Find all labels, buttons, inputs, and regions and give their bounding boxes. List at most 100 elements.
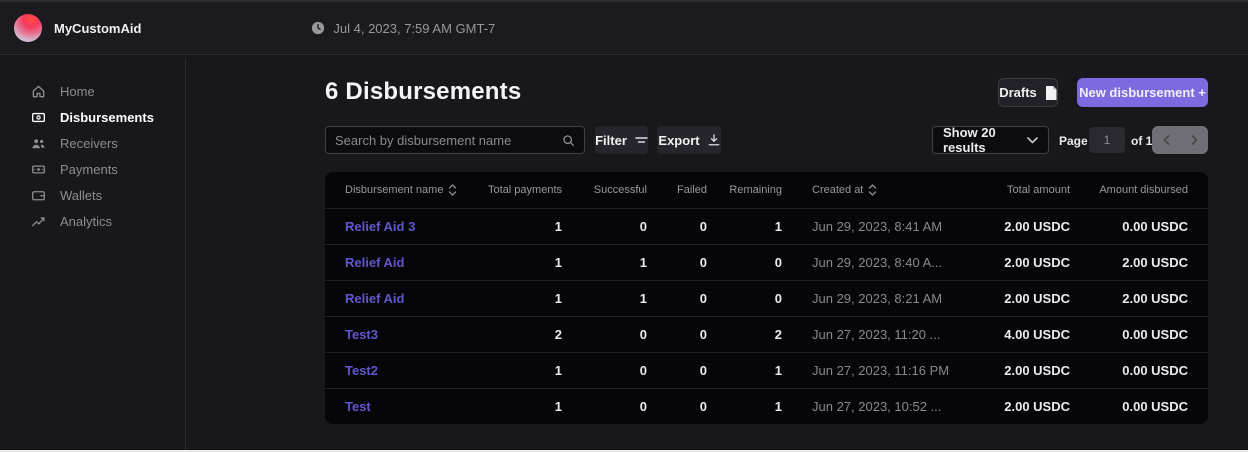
- table-body: Relief Aid 31001Jun 29, 2023, 8:41 AM2.0…: [325, 208, 1208, 424]
- page-of-label: of 1: [1131, 134, 1152, 148]
- filter-icon: [635, 135, 648, 145]
- wallets-icon: [30, 187, 46, 203]
- chevron-right-icon: [1191, 135, 1198, 145]
- disbursements-icon: [30, 109, 46, 125]
- table-row: Relief Aid1100Jun 29, 2023, 8:21 AM2.00 …: [325, 280, 1208, 316]
- cell-remaining: 2: [707, 327, 782, 342]
- cell-name[interactable]: Relief Aid 3: [345, 219, 482, 234]
- cell-created-at: Jun 27, 2023, 10:52 ...: [782, 399, 962, 414]
- sidebar-item-home[interactable]: Home: [0, 78, 185, 104]
- column-header-label: Failed: [677, 184, 707, 196]
- cell-total-payments: 1: [482, 399, 562, 414]
- cell-successful: 0: [562, 363, 647, 378]
- column-header-label: Remaining: [729, 184, 782, 196]
- sort-icon: [868, 184, 877, 196]
- page-label: Page: [1059, 134, 1088, 148]
- cell-remaining: 0: [707, 255, 782, 270]
- cell-name[interactable]: Relief Aid: [345, 291, 482, 306]
- filter-button[interactable]: Filter: [595, 126, 648, 154]
- top-bar: MyCustomAid Jul 4, 2023, 7:59 AM GMT-7: [0, 0, 1248, 55]
- sidebar-item-label: Disbursements: [60, 110, 154, 125]
- table-row: Test21001Jun 27, 2023, 11:16 PM2.00 USDC…: [325, 352, 1208, 388]
- cell-successful: 0: [562, 327, 647, 342]
- show-results-select[interactable]: Show 20 results: [932, 126, 1049, 154]
- page-title: 6 Disbursements: [325, 78, 521, 106]
- app-name: MyCustomAid: [54, 21, 141, 36]
- table-row: Relief Aid1100Jun 29, 2023, 8:40 A...2.0…: [325, 244, 1208, 280]
- sidebar-item-label: Payments: [60, 162, 118, 177]
- export-button[interactable]: Export: [657, 126, 721, 154]
- cell-created-at: Jun 29, 2023, 8:40 A...: [782, 255, 962, 270]
- search-box: [325, 126, 585, 154]
- pagination-control: [1152, 126, 1208, 154]
- cell-amount-disbursed: 2.00 USDC: [1070, 255, 1188, 270]
- column-header-total_payments: Total payments: [482, 184, 562, 196]
- cell-remaining: 0: [707, 291, 782, 306]
- cell-name[interactable]: Test: [345, 399, 482, 414]
- cell-amount-disbursed: 0.00 USDC: [1070, 327, 1188, 342]
- cell-name[interactable]: Test2: [345, 363, 482, 378]
- chevron-down-icon: [1027, 137, 1038, 144]
- cell-total-payments: 1: [482, 219, 562, 234]
- sidebar-item-payments[interactable]: Payments: [0, 156, 185, 182]
- app-logo: [14, 14, 42, 42]
- cell-amount-disbursed: 0.00 USDC: [1070, 399, 1188, 414]
- cell-created-at: Jun 27, 2023, 11:16 PM: [782, 363, 962, 378]
- cell-amount-disbursed: 0.00 USDC: [1070, 363, 1188, 378]
- cell-failed: 0: [647, 363, 707, 378]
- analytics-icon: [30, 213, 46, 229]
- sidebar-item-wallets[interactable]: Wallets: [0, 182, 185, 208]
- cell-name[interactable]: Relief Aid: [345, 255, 482, 270]
- drafts-button[interactable]: Drafts: [998, 78, 1058, 107]
- sidebar-item-label: Receivers: [60, 136, 118, 151]
- pagination-prev-button[interactable]: [1152, 126, 1180, 154]
- new-disbursement-button[interactable]: New disbursement +: [1077, 78, 1208, 107]
- clock-icon: [311, 21, 325, 35]
- column-header-label: Disbursement name: [345, 184, 443, 196]
- cell-total-payments: 1: [482, 363, 562, 378]
- sidebar-item-analytics[interactable]: Analytics: [0, 208, 185, 234]
- filter-button-label: Filter: [595, 133, 627, 148]
- table-header-row: Disbursement name Total payments Successfu…: [325, 172, 1208, 208]
- column-header-label: Created at: [812, 184, 863, 196]
- home-icon: [30, 83, 46, 99]
- column-header-label: Successful: [594, 184, 647, 196]
- topbar-datetime: Jul 4, 2023, 7:59 AM GMT-7: [311, 21, 495, 36]
- cell-created-at: Jun 29, 2023, 8:21 AM: [782, 291, 962, 306]
- table-row: Test32002Jun 27, 2023, 11:20 ...4.00 USD…: [325, 316, 1208, 352]
- payments-icon: [30, 161, 46, 177]
- cell-successful: 0: [562, 399, 647, 414]
- cell-remaining: 1: [707, 219, 782, 234]
- cell-remaining: 1: [707, 363, 782, 378]
- download-icon: [708, 134, 720, 146]
- pagination-next-button[interactable]: [1180, 126, 1208, 154]
- column-header-created_at[interactable]: Created at: [782, 184, 962, 196]
- cell-total-payments: 2: [482, 327, 562, 342]
- column-header-label: Total payments: [488, 184, 562, 196]
- column-header-remaining: Remaining: [707, 184, 782, 196]
- column-header-name[interactable]: Disbursement name: [345, 184, 482, 196]
- receivers-icon: [30, 135, 46, 151]
- cell-failed: 0: [647, 327, 707, 342]
- column-header-successful: Successful: [562, 184, 647, 196]
- cell-failed: 0: [647, 219, 707, 234]
- cell-total-amount: 2.00 USDC: [962, 291, 1070, 306]
- export-button-label: Export: [658, 133, 699, 148]
- cell-total-amount: 2.00 USDC: [962, 363, 1070, 378]
- cell-remaining: 1: [707, 399, 782, 414]
- chevron-left-icon: [1163, 135, 1170, 145]
- sidebar-item-receivers[interactable]: Receivers: [0, 130, 185, 156]
- page-number-input[interactable]: [1089, 127, 1125, 153]
- sidebar-item-label: Analytics: [60, 214, 112, 229]
- file-icon: [1045, 86, 1057, 100]
- sidebar-item-label: Wallets: [60, 188, 102, 203]
- cell-amount-disbursed: 0.00 USDC: [1070, 219, 1188, 234]
- drafts-button-label: Drafts: [999, 85, 1037, 100]
- cell-name[interactable]: Test3: [345, 327, 482, 342]
- search-input[interactable]: [335, 133, 562, 148]
- sidebar-item-disbursements[interactable]: Disbursements: [0, 104, 185, 130]
- cell-total-amount: 4.00 USDC: [962, 327, 1070, 342]
- table-row: Test1001Jun 27, 2023, 10:52 ...2.00 USDC…: [325, 388, 1208, 424]
- disbursements-table: Disbursement name Total payments Successfu…: [325, 172, 1208, 424]
- cell-total-amount: 2.00 USDC: [962, 219, 1070, 234]
